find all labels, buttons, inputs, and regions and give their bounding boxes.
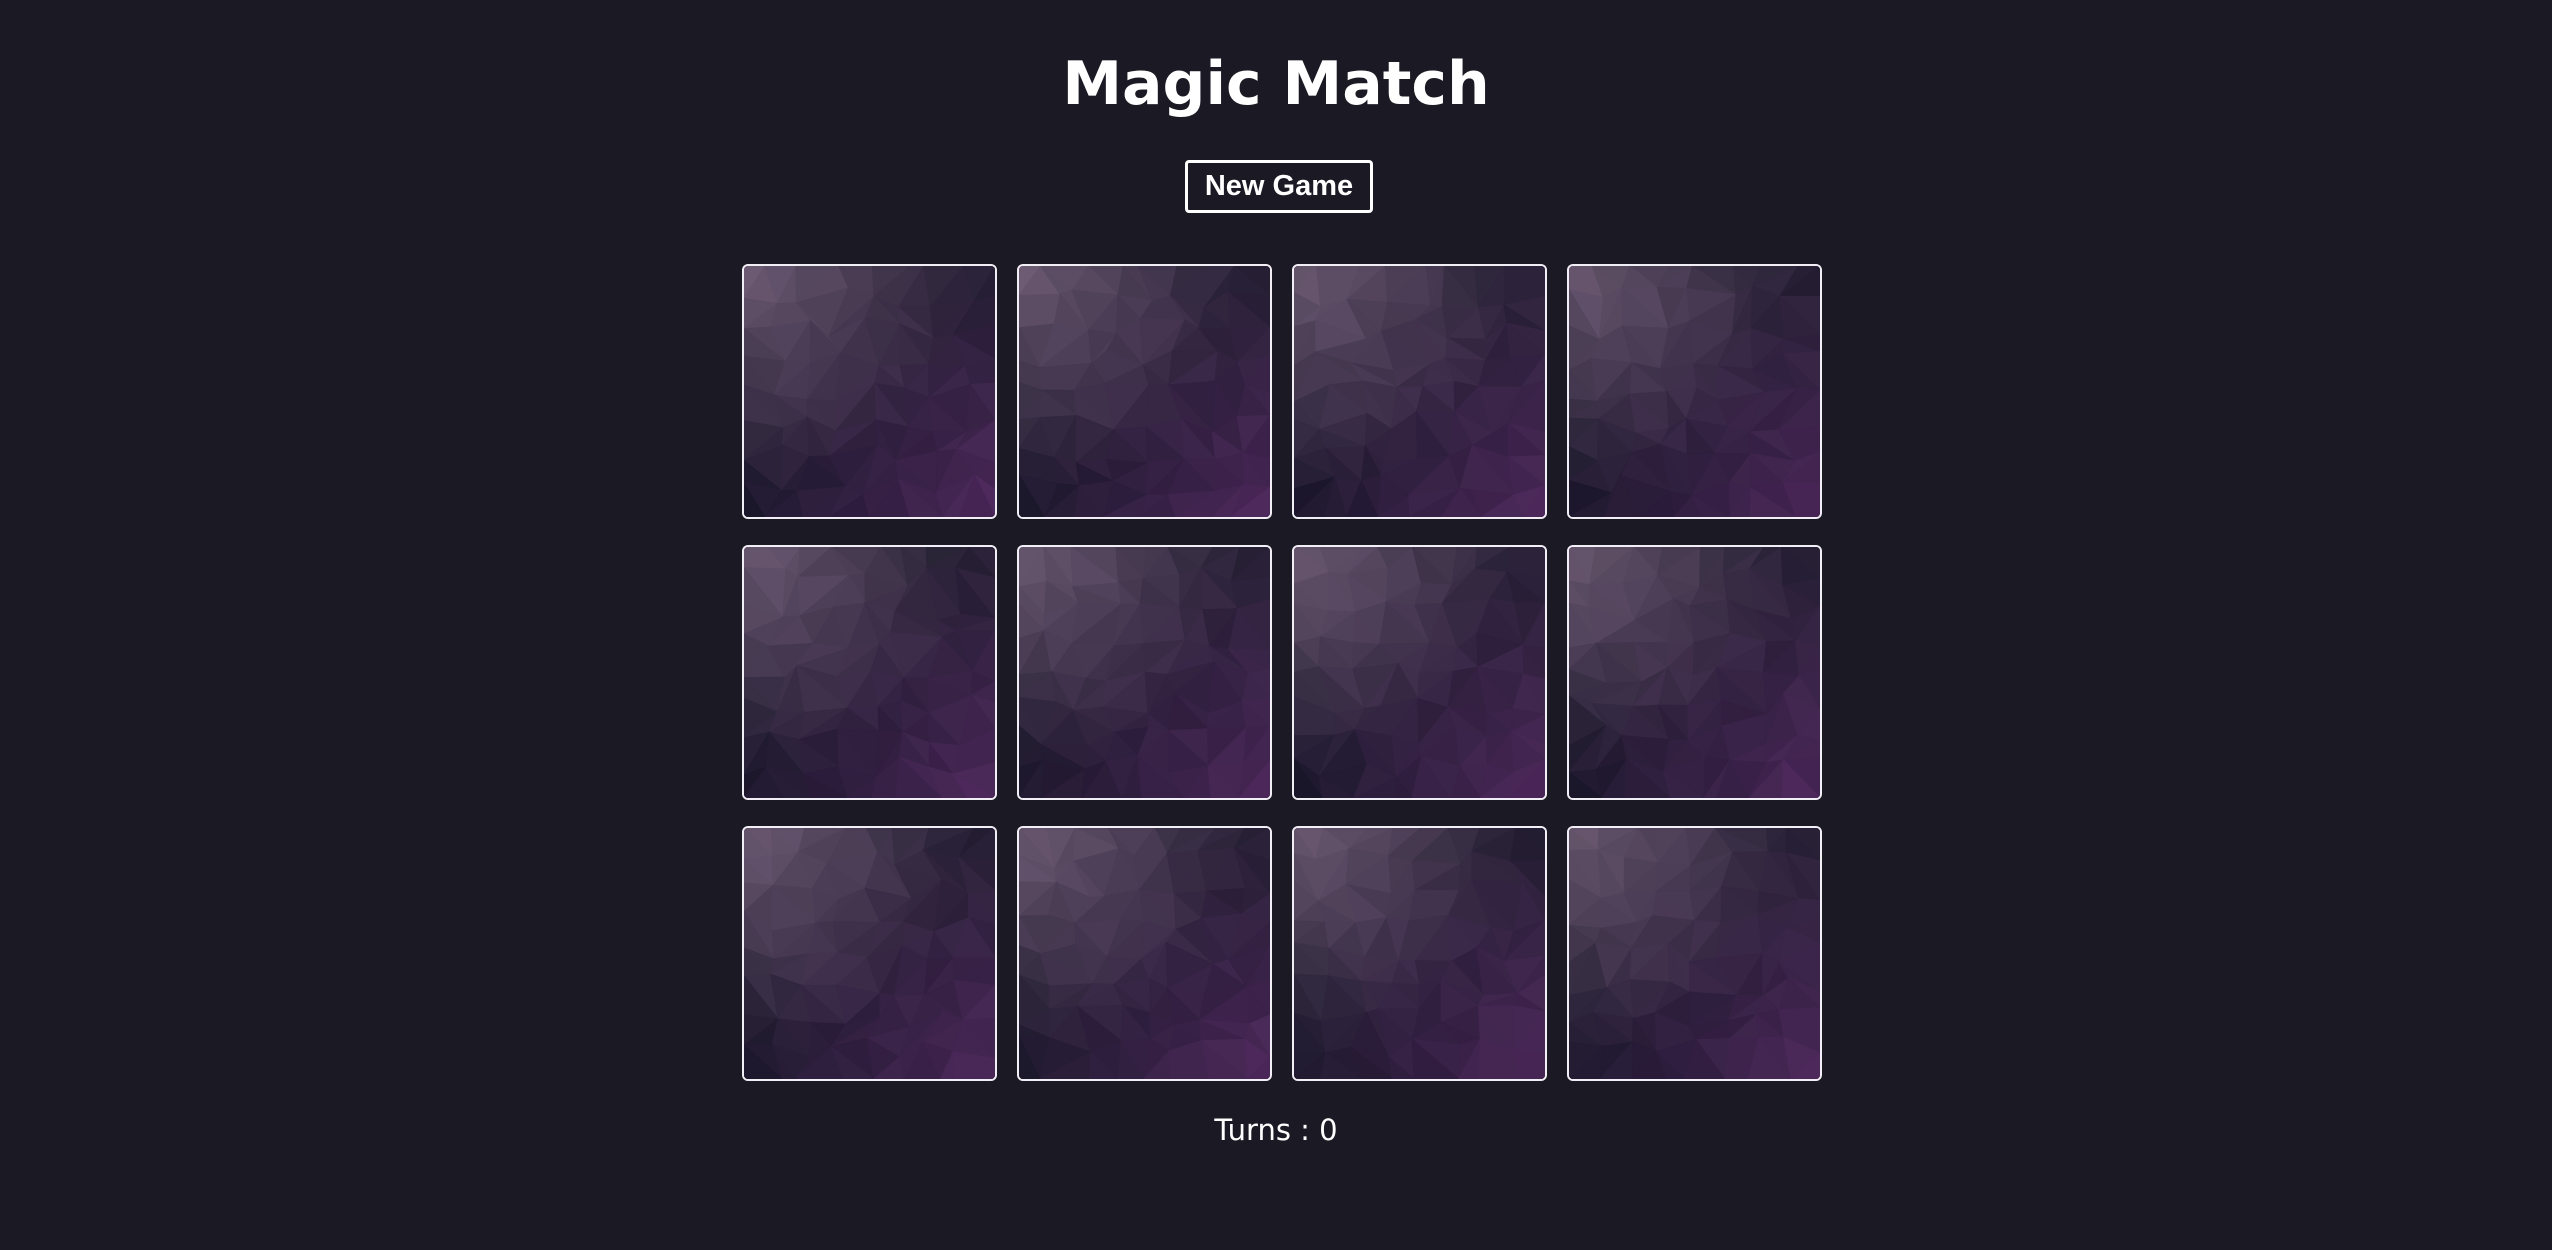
card-back-pattern-icon <box>1294 266 1545 517</box>
memory-card[interactable] <box>1017 826 1272 1081</box>
card-back-pattern-icon <box>1569 266 1820 517</box>
card-back-pattern-icon <box>1294 547 1545 798</box>
card-back-pattern-icon <box>744 266 995 517</box>
card-back-pattern-icon <box>744 547 995 798</box>
magic-match-app: Magic Match New Game Turns : 0 <box>0 0 2552 1250</box>
memory-card[interactable] <box>1567 826 1822 1081</box>
turns-value: 0 <box>1319 1113 1338 1147</box>
card-back-pattern-icon <box>1019 266 1270 517</box>
memory-card[interactable] <box>742 264 997 519</box>
card-back-pattern-icon <box>744 828 995 1079</box>
memory-card[interactable] <box>1292 545 1547 800</box>
memory-card[interactable] <box>1017 545 1272 800</box>
game-title: Magic Match <box>1062 49 1490 119</box>
turns-label: Turns : <box>1214 1113 1320 1147</box>
memory-card[interactable] <box>1567 545 1822 800</box>
card-back-pattern-icon <box>1019 828 1270 1079</box>
card-back-pattern-icon <box>1294 828 1545 1079</box>
memory-card[interactable] <box>1292 264 1547 519</box>
new-game-button[interactable]: New Game <box>1185 160 1373 213</box>
card-back-pattern-icon <box>1569 828 1820 1079</box>
memory-card[interactable] <box>1017 264 1272 519</box>
turns-counter: Turns : 0 <box>0 1110 2552 1150</box>
memory-card[interactable] <box>742 826 997 1081</box>
card-back-pattern-icon <box>1569 547 1820 798</box>
card-grid <box>742 264 1822 1082</box>
memory-card[interactable] <box>1567 264 1822 519</box>
memory-card[interactable] <box>742 545 997 800</box>
card-back-pattern-icon <box>1019 547 1270 798</box>
memory-card[interactable] <box>1292 826 1547 1081</box>
